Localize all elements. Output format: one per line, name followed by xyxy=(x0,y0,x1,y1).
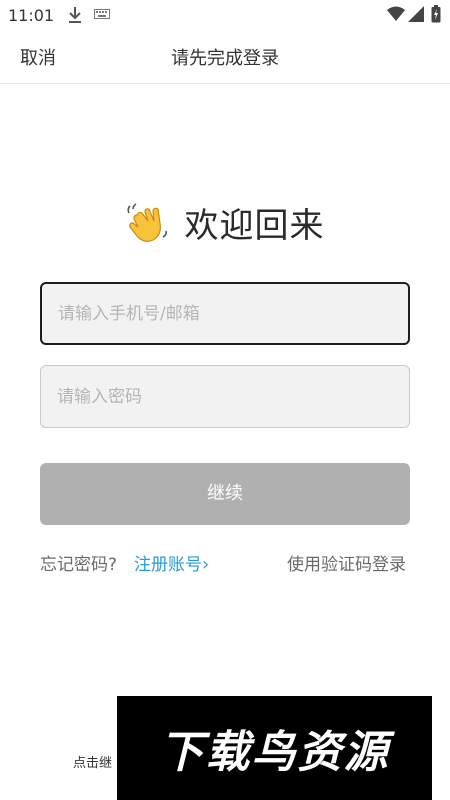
register-label: 注册账号 xyxy=(134,555,202,575)
download-icon xyxy=(69,7,81,23)
sms-login-link[interactable]: 使用验证码登录 xyxy=(287,550,406,575)
cancel-button[interactable]: 取消 xyxy=(20,44,56,70)
wifi-icon xyxy=(387,6,405,21)
watermark-text: 下载鸟资源 xyxy=(159,727,390,778)
nav-bar: 请先完成登录 取消 xyxy=(0,30,450,84)
register-link[interactable]: 注册账号› xyxy=(134,550,209,575)
keyboard-icon xyxy=(94,9,110,19)
status-time: 11:01 xyxy=(8,6,55,25)
waving-hand-icon xyxy=(127,202,168,242)
continue-button[interactable]: 继续 xyxy=(40,463,410,525)
battery-icon xyxy=(431,5,441,23)
password-input[interactable] xyxy=(40,365,410,428)
agreement-text: 点击继 xyxy=(73,756,113,771)
status-bar: 11:01 xyxy=(0,0,450,30)
signal-icon xyxy=(408,6,424,22)
account-input[interactable] xyxy=(40,282,410,345)
watermark-banner: 下载鸟资源 xyxy=(117,696,432,800)
forgot-password-link[interactable]: 忘记密码? xyxy=(40,550,117,575)
chevron-right-icon: › xyxy=(202,554,210,575)
welcome-text: 欢迎回来 xyxy=(184,206,325,246)
page-title: 请先完成登录 xyxy=(171,48,279,69)
welcome-heading: 欢迎回来 xyxy=(0,198,450,247)
